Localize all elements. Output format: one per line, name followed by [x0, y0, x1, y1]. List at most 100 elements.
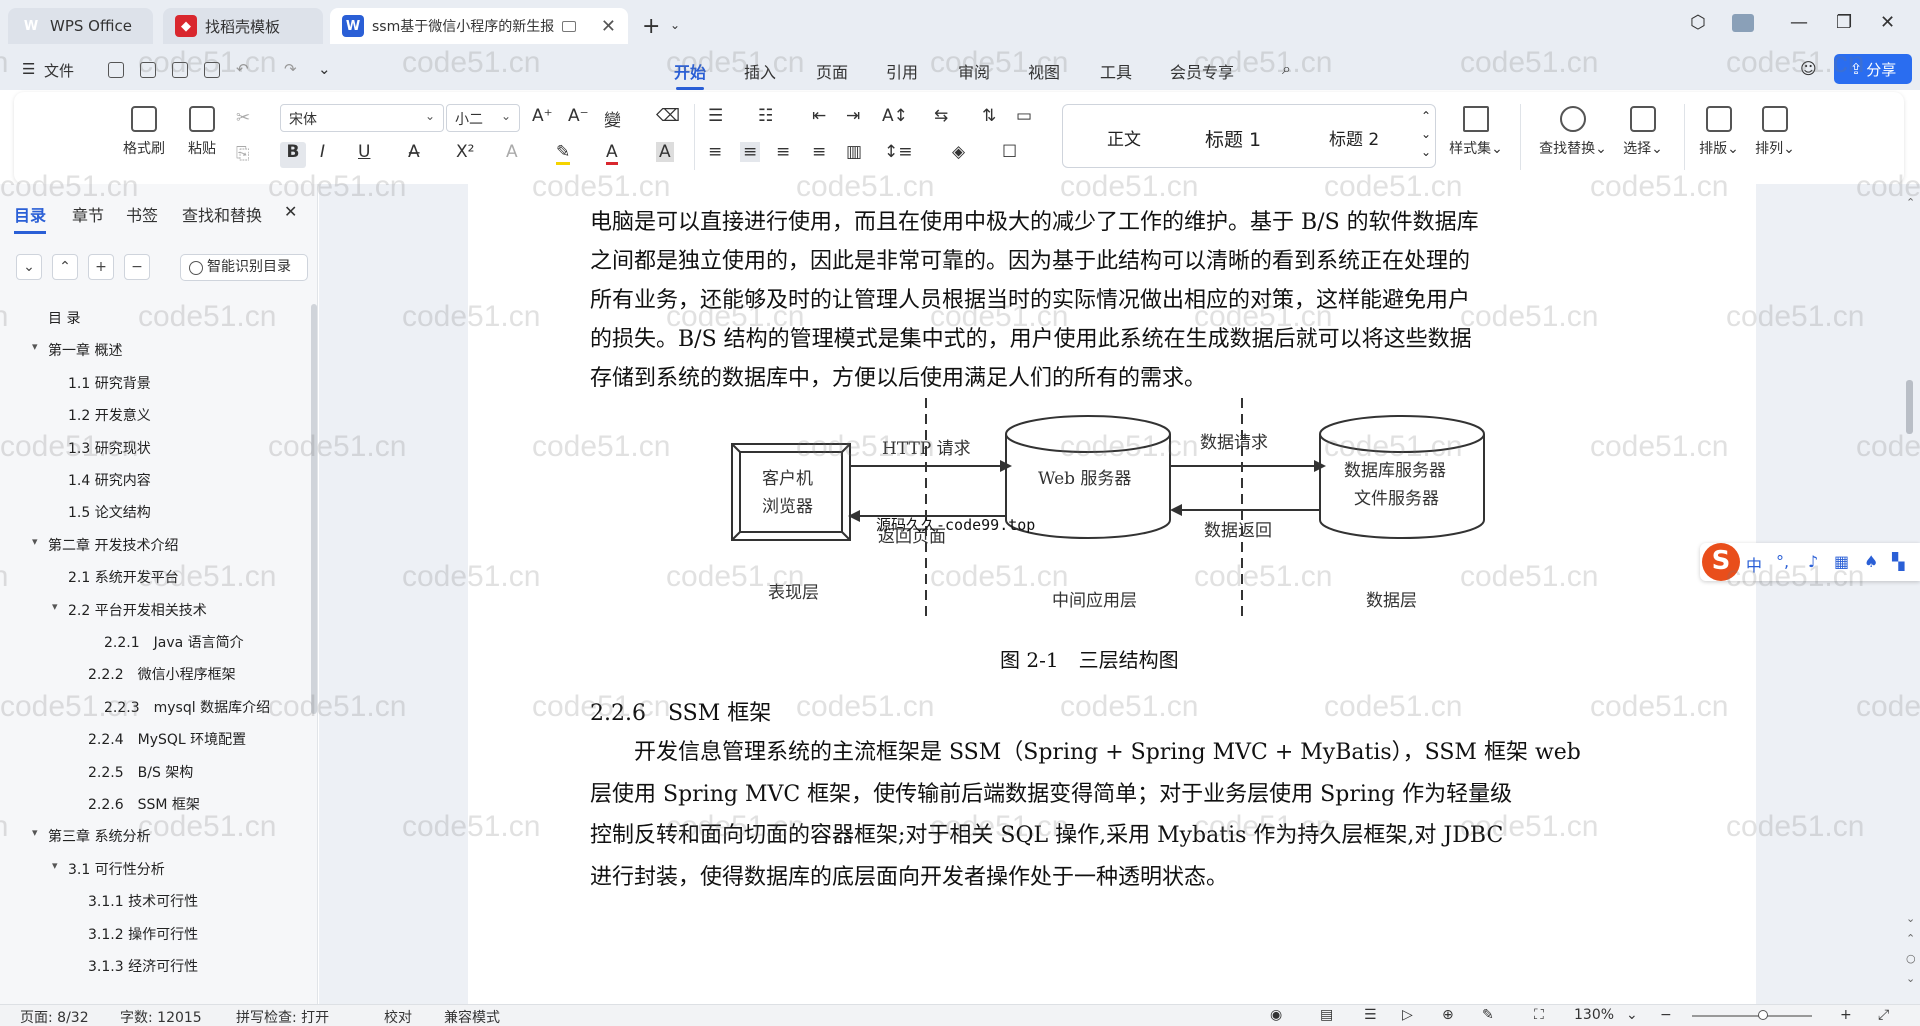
- fullscreen-icon[interactable]: ⤢: [1878, 1007, 1889, 1023]
- menu-icon[interactable]: ☰: [22, 60, 35, 78]
- toc-item[interactable]: ▾ 2.2 平台开发相关技术: [52, 600, 207, 620]
- strikethrough-icon[interactable]: A̶: [408, 142, 420, 162]
- text-effect-icon[interactable]: A: [506, 142, 518, 162]
- sidebar-tab-bookmark[interactable]: 书签: [126, 202, 158, 226]
- scroll-down-icon[interactable]: ⌄: [1906, 912, 1915, 925]
- tab-tools[interactable]: 工具: [1100, 59, 1132, 83]
- close-window-icon[interactable]: ✕: [1880, 12, 1895, 33]
- tab-insert[interactable]: 插入: [744, 59, 776, 83]
- toc-item[interactable]: 2.2.5 B/S 架构: [88, 762, 193, 782]
- zoom-out-icon[interactable]: −: [1660, 1007, 1672, 1023]
- smart-toc-button[interactable]: 智能识别目录: [180, 254, 308, 281]
- decrease-indent-icon[interactable]: ⇤: [812, 106, 826, 126]
- ime-mode[interactable]: 中: [1746, 552, 1762, 576]
- tab-wps-office[interactable]: W WPS Office: [8, 8, 153, 44]
- shrink-font-icon[interactable]: A⁻: [568, 106, 589, 126]
- minimize-icon[interactable]: —: [1790, 12, 1808, 33]
- zoom-slider-handle[interactable]: [1758, 1010, 1768, 1020]
- pen-icon[interactable]: ✎: [1482, 1007, 1494, 1023]
- zoom-slider[interactable]: [1692, 1015, 1812, 1017]
- shading-icon[interactable]: ◈: [952, 142, 965, 162]
- close-icon[interactable]: ✕: [284, 202, 297, 221]
- toc-item[interactable]: ▾ 第一章 概述: [32, 340, 122, 360]
- chevron-down-icon[interactable]: ⌄: [318, 60, 331, 78]
- highlight-icon[interactable]: ✎: [556, 142, 571, 165]
- toc-item[interactable]: ▾ 3.1 可行性分析: [52, 859, 165, 879]
- toc-item[interactable]: ▾ 第二章 开发技术介绍: [32, 535, 178, 555]
- play-icon[interactable]: ▷: [1402, 1007, 1413, 1023]
- tab-document[interactable]: W ssm基于微信小程序的新生报 ✕: [330, 8, 628, 44]
- toc-item[interactable]: 2.2.6 SSM 框架: [88, 794, 200, 814]
- char-shading-icon[interactable]: A: [656, 142, 674, 162]
- bold-icon[interactable]: B: [280, 142, 306, 168]
- page-nav-icon[interactable]: ○: [1906, 952, 1916, 965]
- spell-check[interactable]: 拼写检查: 打开: [236, 1007, 329, 1026]
- page-indicator[interactable]: 页面: 8/32: [20, 1007, 89, 1026]
- next-page-icon[interactable]: ⌄: [1906, 972, 1915, 985]
- italic-icon[interactable]: I: [320, 142, 325, 162]
- toc-item[interactable]: ▾ 第三章 系统分析: [32, 826, 150, 846]
- text-direction-icon[interactable]: A↕: [882, 106, 908, 126]
- style-heading-1[interactable]: 标题 1: [1205, 125, 1261, 152]
- close-tab-icon[interactable]: ✕: [601, 16, 616, 37]
- arrange-button[interactable]: 排列⌄: [1750, 106, 1800, 158]
- expand-caret-icon[interactable]: ▾: [32, 535, 38, 548]
- chat-icon[interactable]: ☺: [1800, 59, 1817, 78]
- line-spacing-icon[interactable]: ↕≡: [884, 142, 913, 162]
- numbered-list-icon[interactable]: ☷: [758, 106, 773, 126]
- chevron-down-icon[interactable]: ⌄: [1421, 127, 1431, 141]
- new-tab-button[interactable]: +: [642, 14, 660, 39]
- expand-icon[interactable]: ⌄: [1421, 145, 1431, 159]
- file-menu[interactable]: 文件: [44, 60, 74, 81]
- print-preview-icon[interactable]: [204, 62, 220, 78]
- zoom-in-icon[interactable]: +: [1840, 1007, 1852, 1023]
- toc-item[interactable]: 1.1 研究背景: [68, 373, 151, 393]
- style-heading-2[interactable]: 标题 2: [1329, 125, 1379, 150]
- zoom-level[interactable]: 130%: [1574, 1007, 1614, 1023]
- format-painter-button[interactable]: 格式刷: [120, 106, 168, 158]
- phonetic-icon[interactable]: 變: [604, 106, 621, 131]
- chevron-down-icon[interactable]: ⌄: [1626, 1007, 1638, 1023]
- font-color-icon[interactable]: A: [606, 142, 618, 165]
- increase-indent-icon[interactable]: ⇥: [846, 106, 860, 126]
- justify-icon[interactable]: ≡: [812, 142, 826, 162]
- page-view-icon[interactable]: ▤: [1320, 1007, 1333, 1023]
- style-normal[interactable]: 正文: [1107, 125, 1141, 150]
- distribute-icon[interactable]: ▥: [846, 142, 862, 162]
- scroll-up-icon[interactable]: ⌃: [1906, 196, 1915, 209]
- clear-format-icon[interactable]: ⌫: [656, 106, 680, 126]
- redo-icon[interactable]: ↷: [284, 60, 297, 78]
- toc-item[interactable]: 2.2.3 mysql 数据库介绍: [104, 697, 270, 717]
- font-size-select[interactable]: 小二 ⌄: [446, 104, 520, 132]
- export-icon[interactable]: [140, 62, 156, 78]
- copy-icon[interactable]: ⎘: [236, 144, 250, 164]
- swap-icon[interactable]: ⇆: [934, 106, 948, 126]
- search-icon[interactable]: ⌕: [1282, 59, 1291, 79]
- tab-home[interactable]: 开始: [674, 59, 706, 90]
- expand-caret-icon[interactable]: ▾: [52, 859, 58, 872]
- sidebar-tab-toc[interactable]: 目录: [14, 202, 47, 234]
- show-marks-icon[interactable]: ▭: [1016, 106, 1032, 126]
- cut-icon[interactable]: ✂: [236, 108, 250, 128]
- toolbox-icon[interactable]: ▚: [1892, 552, 1904, 571]
- tab-view[interactable]: 视图: [1028, 59, 1060, 83]
- sort-icon[interactable]: ⇅: [982, 106, 996, 126]
- collapse-up-icon[interactable]: ⌃: [52, 254, 78, 280]
- bullet-list-icon[interactable]: ☰: [708, 106, 723, 126]
- toc-item[interactable]: 1.4 研究内容: [68, 470, 151, 490]
- prev-page-icon[interactable]: ⌃: [1906, 932, 1915, 945]
- keyboard-icon[interactable]: ▦: [1834, 552, 1849, 571]
- tab-reference[interactable]: 引用: [886, 59, 918, 83]
- align-right-icon[interactable]: ≡: [776, 142, 790, 162]
- toc-item[interactable]: 2.2.2 微信小程序框架: [88, 664, 236, 684]
- undo-icon[interactable]: ↶: [236, 60, 249, 78]
- word-count[interactable]: 字数: 12015: [120, 1007, 202, 1026]
- avatar[interactable]: [1732, 14, 1754, 32]
- ime-toolbar[interactable]: S 中 °, ♪ ▦ ♠ ▚: [1700, 543, 1920, 581]
- expand-caret-icon[interactable]: ▾: [52, 600, 58, 613]
- collapse-down-icon[interactable]: ⌄: [16, 254, 42, 280]
- find-replace-button[interactable]: 查找替换⌄: [1536, 106, 1610, 158]
- toc-item[interactable]: 2.1 系统开发平台: [68, 567, 179, 587]
- grow-font-icon[interactable]: A⁺: [532, 106, 553, 126]
- tab-page[interactable]: 页面: [816, 59, 848, 83]
